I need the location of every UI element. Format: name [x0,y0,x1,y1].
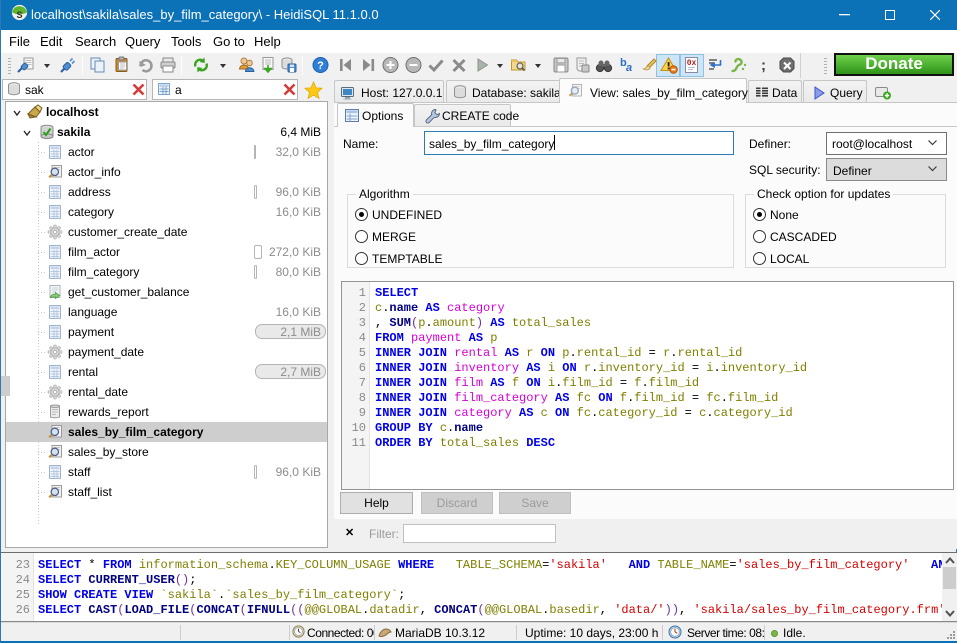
svg-text:S: S [16,10,22,20]
svg-text:?: ? [317,60,324,72]
svg-text:a: a [626,62,632,74]
svg-text:0x: 0x [687,59,697,68]
svg-text:;: ; [761,57,766,74]
